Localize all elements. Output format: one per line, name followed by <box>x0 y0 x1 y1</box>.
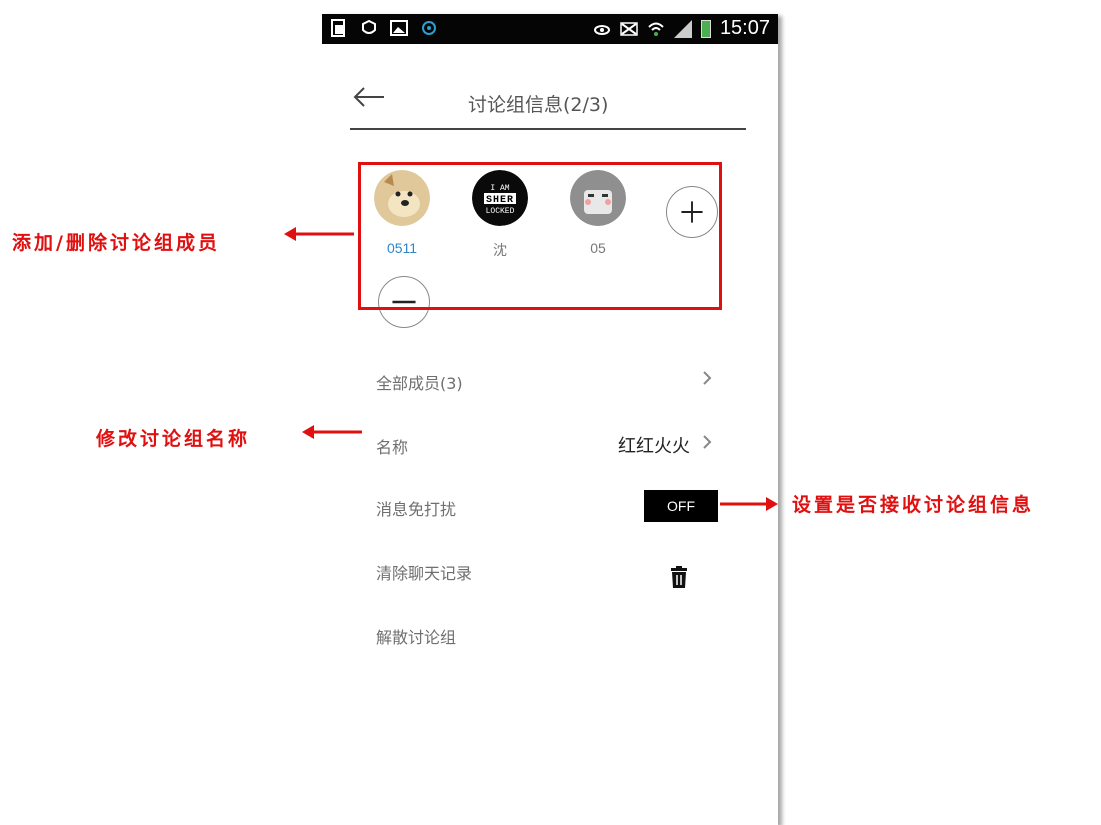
battery-icon <box>700 19 711 38</box>
all-members-label: 全部成员(3) <box>376 374 463 393</box>
annotation-arrow-members <box>284 227 354 241</box>
phone-screen: 15:07 讨论组信息(2/3) 0511 I AM SHER LOCKED 沈… <box>322 14 778 825</box>
status-time: 15:07 <box>719 17 770 39</box>
wifi-icon <box>648 22 664 36</box>
annotation-dnd: 设置是否接收讨论组信息 <box>792 494 1035 516</box>
shield-icon <box>362 19 376 34</box>
trash-icon[interactable] <box>670 566 688 588</box>
eye-icon <box>593 24 610 35</box>
annotation-rename: 修改讨论组名称 <box>96 428 251 450</box>
dnd-toggle[interactable]: OFF <box>644 490 718 522</box>
status-bar: 15:07 <box>322 14 778 44</box>
dissolve-group-row[interactable]: 解散讨论组 <box>376 614 720 654</box>
document-icon <box>331 19 345 37</box>
group-name-label: 名称 <box>376 438 409 457</box>
members-highlight-box <box>358 162 722 310</box>
annotation-members: 添加/删除讨论组成员 <box>12 232 220 254</box>
signal-icon <box>673 19 692 38</box>
clear-history-row: 清除聊天记录 <box>376 550 720 590</box>
mute-icon <box>620 21 638 36</box>
group-name-value: 红红火火 <box>618 436 690 457</box>
back-arrow-icon[interactable] <box>352 84 386 110</box>
chevron-right-icon <box>703 371 712 385</box>
sync-icon <box>422 21 436 35</box>
page-title: 讨论组信息(2/3) <box>468 94 609 116</box>
annotation-arrow-rename <box>302 425 362 439</box>
all-members-row[interactable]: 全部成员(3) <box>376 360 720 400</box>
chevron-right-icon <box>703 435 712 449</box>
header: 讨论组信息(2/3) <box>350 74 746 130</box>
clear-history-label: 清除聊天记录 <box>376 564 473 583</box>
dnd-label: 消息免打扰 <box>376 500 457 519</box>
group-name-row[interactable]: 名称 红红火火 <box>376 424 720 464</box>
dissolve-group-label: 解散讨论组 <box>376 628 457 647</box>
image-icon <box>390 20 408 36</box>
annotation-arrow-dnd <box>720 497 778 511</box>
